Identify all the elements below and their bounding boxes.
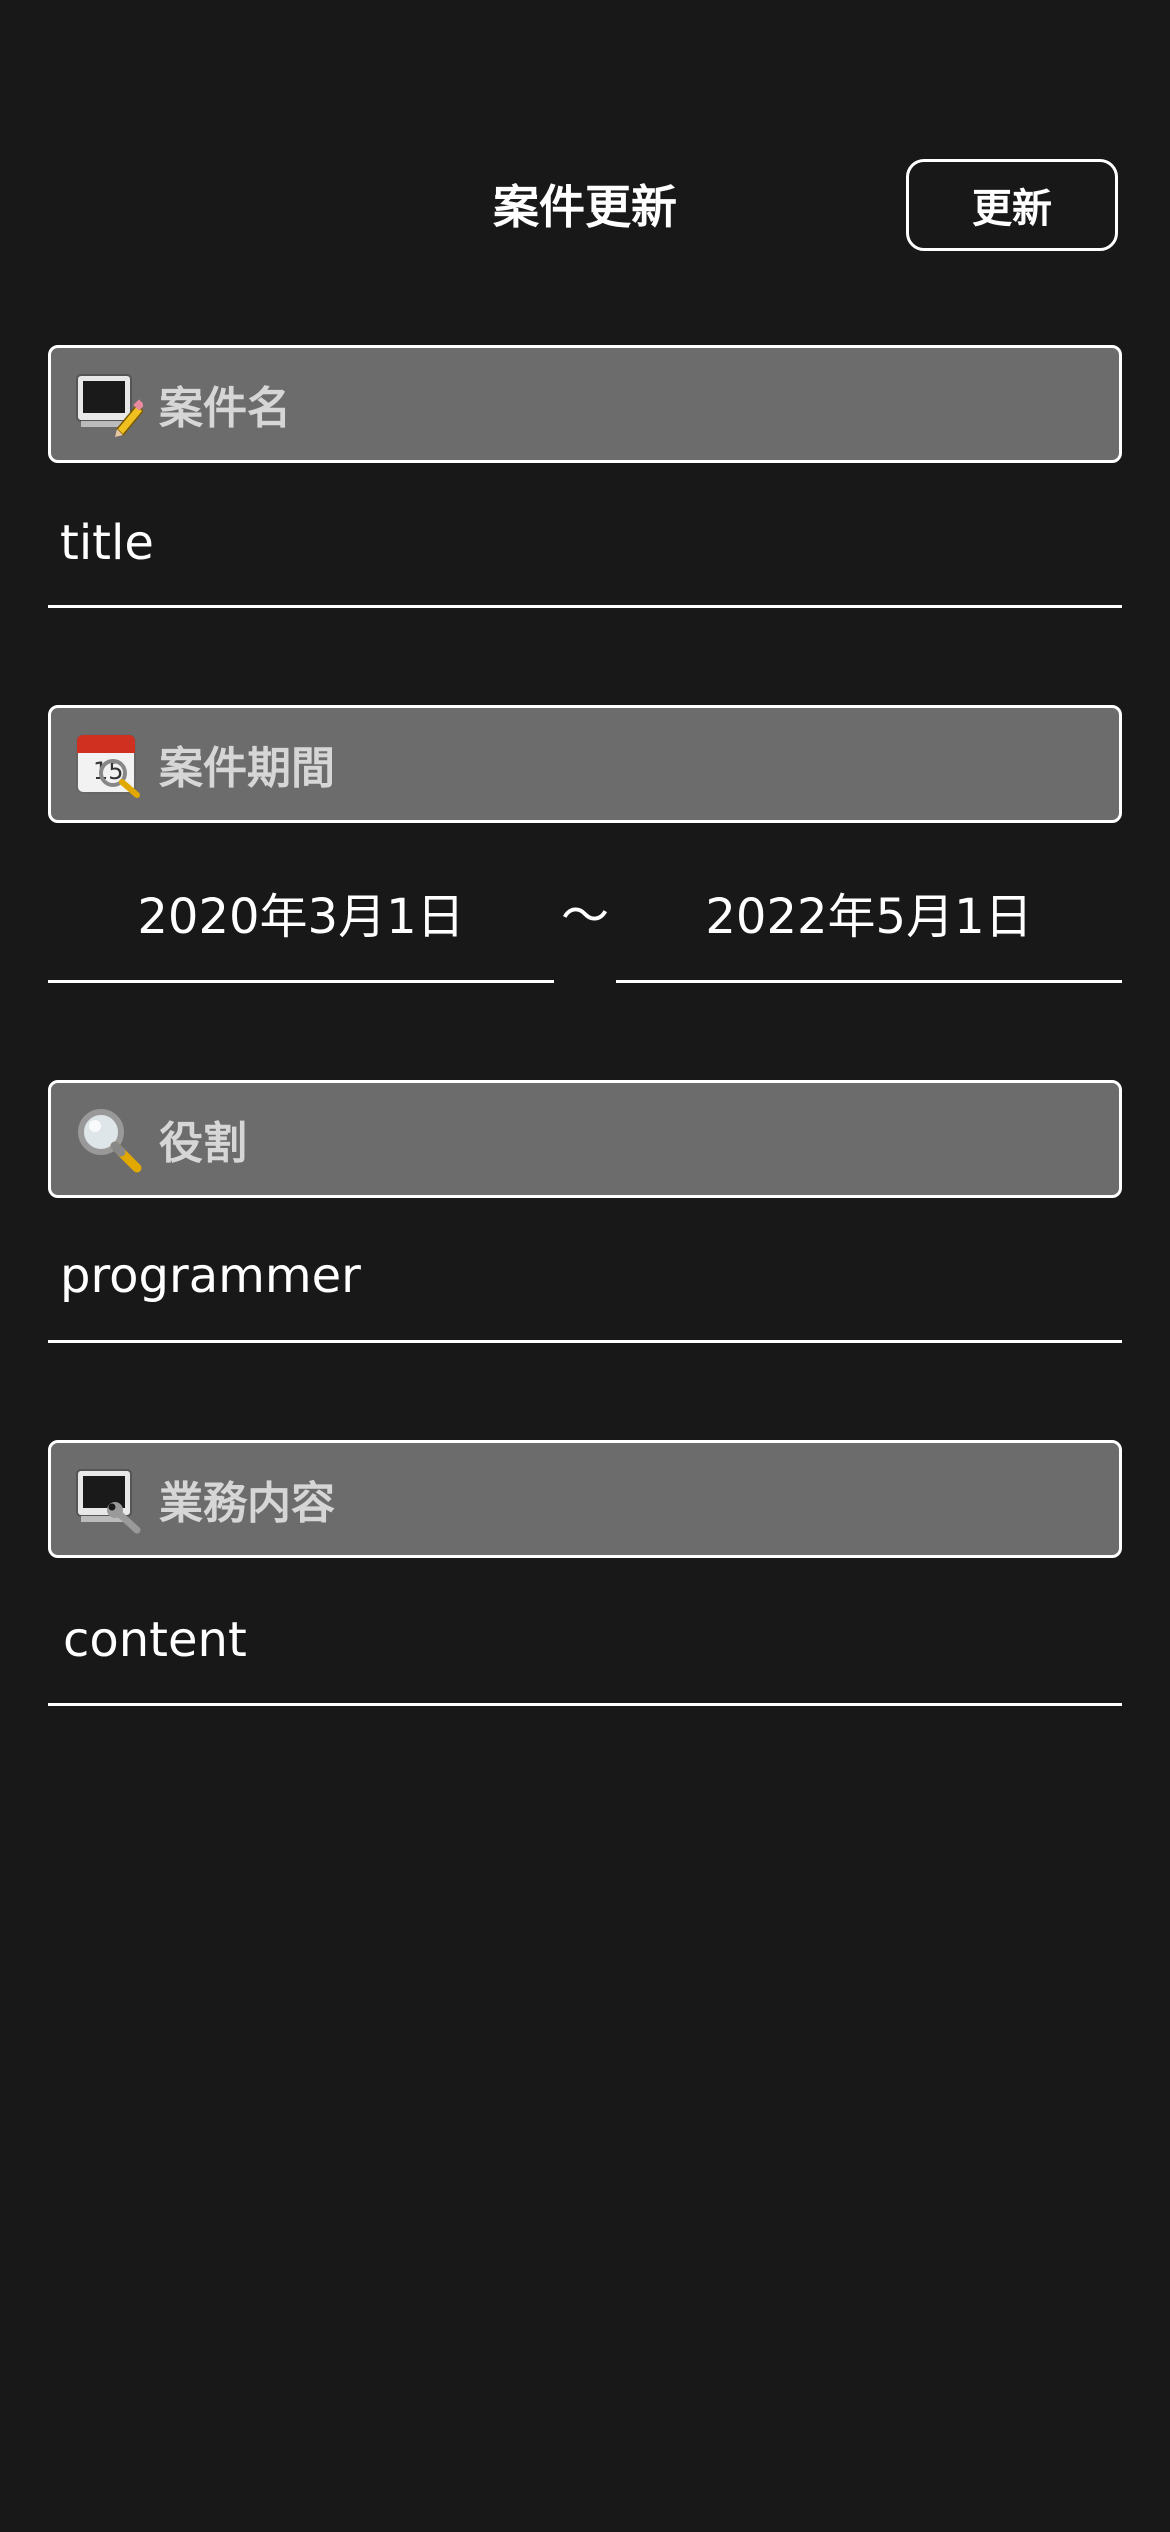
section-header-role: 役割 (48, 1080, 1122, 1198)
start-date-field[interactable]: 2020年3月1日 (48, 843, 554, 983)
section-header-content: 業務内容 (48, 1440, 1122, 1558)
section-label-title: 案件名 (159, 383, 291, 434)
end-date-value: 2022年5月1日 (705, 888, 1033, 945)
role-field[interactable]: programmer (48, 1198, 1122, 1343)
role-field-value: programmer (60, 1248, 361, 1304)
section-label-content: 業務内容 (159, 1478, 335, 1529)
section-label-period: 案件期間 (159, 743, 335, 794)
project-update-screen: 案件更新 更新 案件名 title 15 案件期間 2020年3月1日 〜 20… (0, 0, 1170, 2532)
calendar-magnifier-icon: 15 (76, 734, 140, 798)
title-field-value: title (60, 515, 154, 571)
screen-wrench-icon (76, 1469, 141, 1534)
update-button[interactable]: 更新 (906, 159, 1118, 251)
content-field-value: content (63, 1612, 247, 1668)
content-field[interactable]: content (48, 1558, 1122, 1706)
end-date-field[interactable]: 2022年5月1日 (616, 843, 1122, 983)
title-field[interactable]: title (48, 463, 1122, 608)
section-label-role: 役割 (159, 1118, 247, 1169)
magnifier-icon (78, 1109, 142, 1173)
section-header-title: 案件名 (48, 345, 1122, 463)
section-header-period: 15 案件期間 (48, 705, 1122, 823)
screen-pencil-icon (76, 374, 143, 437)
start-date-value: 2020年3月1日 (137, 888, 465, 945)
period-separator: 〜 (560, 888, 609, 944)
